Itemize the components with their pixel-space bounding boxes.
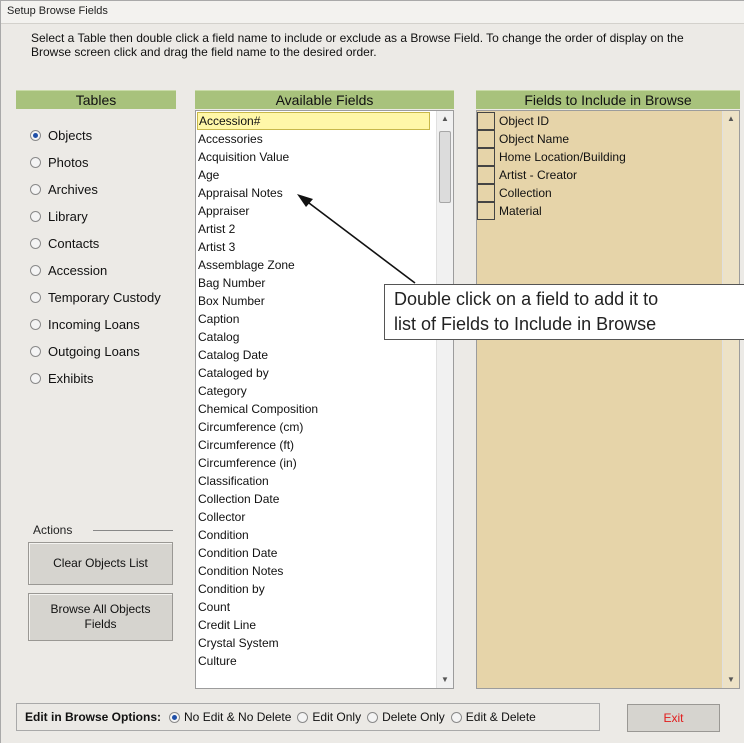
edit-option-1[interactable]: Edit Only	[297, 710, 361, 724]
callout-line-1: Double click on a field to add it to	[394, 289, 659, 309]
edit-options-group: No Edit & No Delete Edit Only Delete Only E…	[169, 710, 542, 724]
edit-option-label: Delete Only	[382, 710, 445, 724]
edit-option-2[interactable]: Delete Only	[367, 710, 445, 724]
edit-option-label: Edit & Delete	[465, 710, 536, 724]
radio-button-icon[interactable]	[297, 711, 309, 723]
callout-line-2: list of Fields to Include in Browse	[394, 314, 657, 334]
edit-options-bar: Edit in Browse Options: No Edit & No Del…	[16, 703, 600, 731]
setup-browse-fields-window: Setup Browse Fields Select a Table then …	[0, 0, 744, 743]
callout-box: Double click on a field to add it to lis…	[384, 284, 744, 340]
radio-button-icon[interactable]	[169, 711, 181, 723]
edit-options-label: Edit in Browse Options:	[25, 710, 162, 724]
edit-option-0[interactable]: No Edit & No Delete	[169, 710, 291, 724]
callout-arrow-icon	[297, 194, 416, 284]
edit-option-label: Edit Only	[312, 710, 362, 724]
radio-button-icon[interactable]	[367, 711, 379, 723]
exit-button[interactable]: Exit	[627, 704, 720, 732]
edit-option-3[interactable]: Edit & Delete	[450, 710, 536, 724]
radio-button-icon[interactable]	[450, 711, 462, 723]
edit-option-label: No Edit & No Delete	[184, 710, 292, 724]
